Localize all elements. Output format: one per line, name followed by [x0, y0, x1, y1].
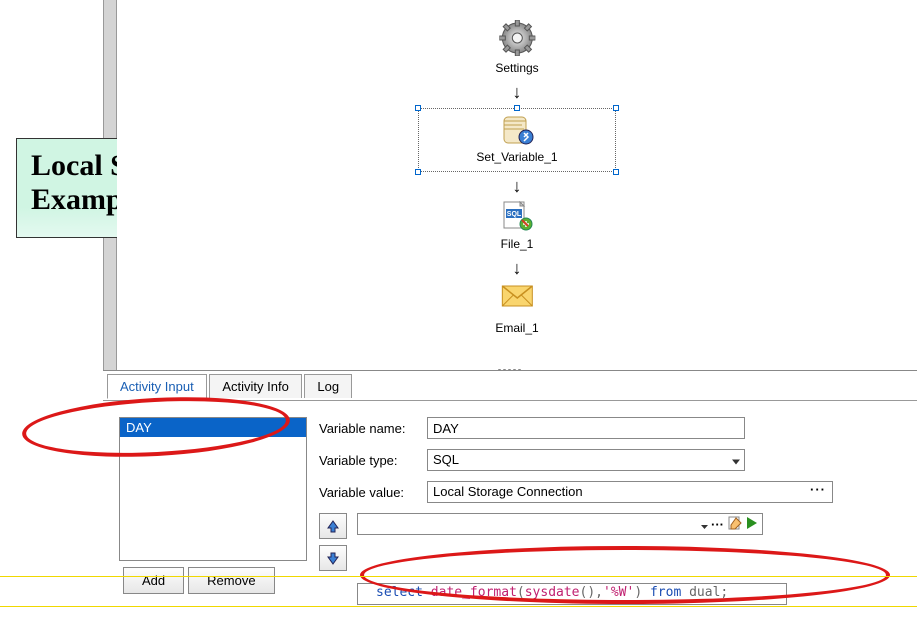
sql-from: from: [650, 585, 681, 600]
tab-activity-info[interactable]: Activity Info: [209, 374, 301, 398]
svg-text:SQL: SQL: [507, 211, 522, 218]
panel-content: DAY Add Remove Variable name: Variable t…: [103, 401, 917, 605]
variable-value-text: Local Storage Connection: [433, 484, 583, 499]
move-up-button[interactable]: [319, 513, 347, 539]
variable-list-item[interactable]: DAY: [120, 418, 306, 437]
properties-panel: Activity Input Activity Info Log DAY Add…: [103, 370, 917, 634]
annotation-line: [0, 576, 917, 577]
arrow-down-icon: ↓: [513, 176, 522, 197]
splitter-grip-icon[interactable]: [497, 360, 537, 368]
caret-down-icon: [732, 453, 740, 468]
workflow-canvas[interactable]: Settings ↓ Set_Variable_1 ↓: [117, 0, 917, 370]
tab-bar: Activity Input Activity Info Log: [103, 371, 917, 401]
script-icon: [500, 115, 534, 148]
list-buttons: Add Remove: [119, 567, 307, 594]
remove-button[interactable]: Remove: [188, 567, 274, 594]
caret-down-icon[interactable]: [701, 517, 708, 532]
ellipsis-icon[interactable]: ···: [810, 482, 826, 497]
arrow-down-icon: ↓: [513, 82, 522, 103]
sql-code-box[interactable]: select date_format(sysdate(),'%W') from …: [357, 583, 787, 605]
sql-sysdate: sysdate: [525, 585, 580, 600]
tab-log[interactable]: Log: [304, 374, 352, 398]
node-set-variable-selected[interactable]: Set_Variable_1: [418, 108, 616, 172]
node-email[interactable]: Email_1: [495, 282, 538, 327]
variable-type-label: Variable type:: [319, 453, 427, 468]
gear-icon: [499, 20, 535, 59]
ellipsis-icon[interactable]: ···: [711, 517, 724, 532]
tab-activity-input[interactable]: Activity Input: [107, 374, 207, 399]
variable-list[interactable]: DAY: [119, 417, 307, 561]
expression-actions: ···: [698, 515, 758, 534]
add-button[interactable]: Add: [123, 567, 184, 594]
variable-value-input[interactable]: Local Storage Connection ···: [427, 481, 833, 503]
variable-type-value: SQL: [433, 452, 459, 467]
move-down-button[interactable]: [319, 545, 347, 571]
node-set-variable-label: Set_Variable_1: [419, 150, 615, 164]
variable-name-label: Variable name:: [319, 421, 427, 436]
node-settings[interactable]: Settings: [495, 20, 538, 75]
sql-date-format: date_format: [431, 585, 517, 600]
edit-icon[interactable]: [727, 515, 743, 534]
node-file[interactable]: SQL File_1: [500, 200, 534, 251]
arrow-down-icon: ↓: [513, 258, 522, 279]
variable-type-select[interactable]: SQL: [427, 449, 745, 471]
sql-file-icon: SQL: [500, 200, 534, 235]
sql-fmt: '%W': [603, 585, 634, 600]
sql-select: select: [376, 585, 423, 600]
run-icon[interactable]: [746, 516, 758, 533]
sql-dual: dual: [689, 585, 720, 600]
node-email-label: Email_1: [495, 321, 538, 335]
expression-input[interactable]: ···: [357, 513, 763, 535]
variable-name-input[interactable]: [427, 417, 745, 439]
node-file-label: File_1: [500, 237, 534, 251]
node-settings-label: Settings: [495, 61, 538, 75]
annotation-line: [0, 606, 917, 607]
mail-icon: [500, 282, 534, 311]
variable-value-label: Variable value:: [319, 485, 427, 500]
